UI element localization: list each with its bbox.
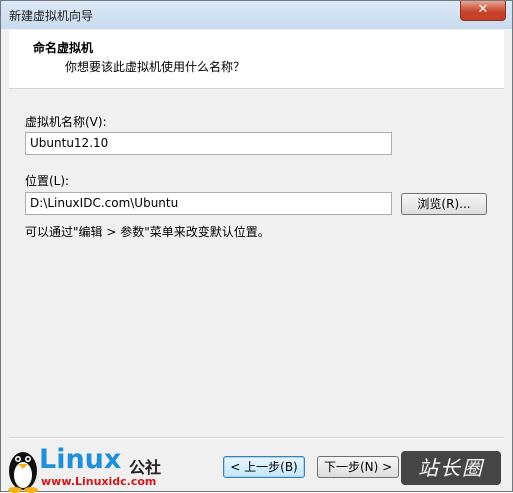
vm-name-label: 虚拟机名称(V): [25,115,107,129]
location-label: 位置(L): [25,174,70,188]
watermark-badge: 站长圈 [401,451,501,485]
footer-divider [9,437,504,439]
browse-button[interactable]: 浏览(R)... [401,193,487,215]
window-title: 新建虚拟机向导 [9,9,94,23]
location-input[interactable]: D:\LinuxIDC.com\Ubuntu [25,192,392,215]
penguin-icon [8,452,38,493]
page-subtitle: 你想要该此虚拟机使用什么名称？ [65,60,246,74]
close-icon: ✕ [477,2,489,17]
close-button[interactable]: ✕ [460,1,506,21]
logo-url: www.Linuxidc.com [41,475,157,488]
page-title: 命名虚拟机 [33,41,94,55]
linuxidc-logo: Linux 公社 www.Linuxidc.com [1,441,201,493]
title-bar[interactable]: 新建虚拟机向导 ✕ [1,1,512,29]
back-button[interactable]: < 上一步(B) [223,456,305,478]
vm-name-input[interactable]: Ubuntu12.10 [25,132,392,155]
logo-text: Linux [39,444,122,475]
next-button[interactable]: 下一步(N) > [317,456,399,478]
location-hint: 可以通过"编辑 > 参数"菜单来改变默认位置。 [25,225,270,239]
wizard-window: 新建虚拟机向导 ✕ 命名虚拟机 你想要该此虚拟机使用什么名称？ 虚拟机名称(V)… [0,0,513,493]
wizard-body: 虚拟机名称(V): Ubuntu12.10 位置(L): D:\LinuxIDC… [9,89,504,427]
wizard-header: 命名虚拟机 你想要该此虚拟机使用什么名称？ [9,30,504,89]
